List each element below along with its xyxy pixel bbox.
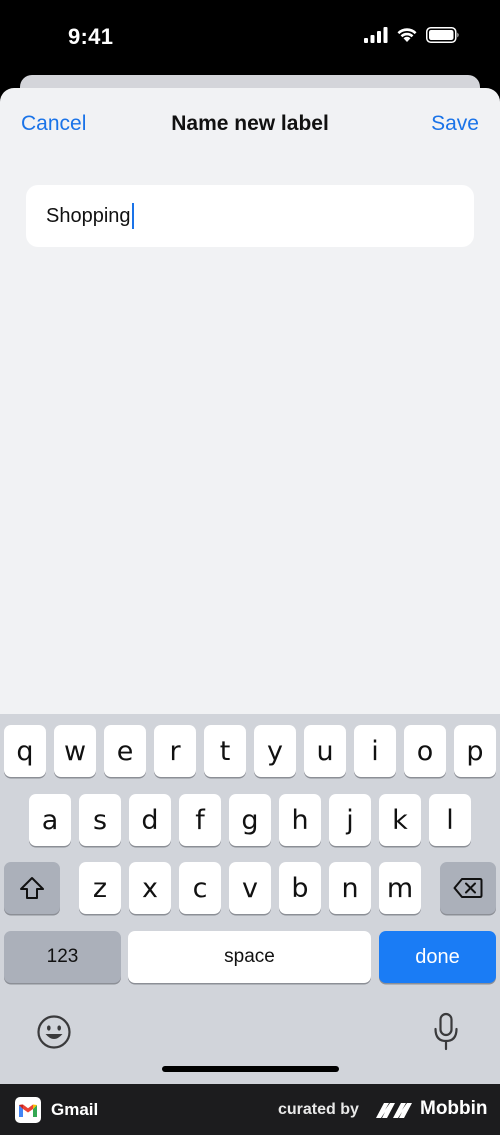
key-n[interactable]: n <box>329 862 371 914</box>
backspace-icon <box>453 878 483 898</box>
status-icons <box>364 27 460 43</box>
delete-key[interactable] <box>440 862 496 914</box>
key-c[interactable]: c <box>179 862 221 914</box>
microphone-icon[interactable] <box>432 1012 460 1052</box>
key-j[interactable]: j <box>329 794 371 846</box>
key-m[interactable]: m <box>379 862 421 914</box>
key-d[interactable]: d <box>129 794 171 846</box>
key-i[interactable]: i <box>354 725 396 777</box>
footer-curated-label: curated by <box>278 1101 359 1118</box>
footer-bar: Gmail curated by Mobbin <box>0 1084 500 1135</box>
numbers-key[interactable]: 123 <box>4 931 121 983</box>
mobbin-logo-icon <box>376 1103 412 1118</box>
key-r[interactable]: r <box>154 725 196 777</box>
gmail-m-icon <box>19 1104 37 1117</box>
key-w[interactable]: w <box>54 725 96 777</box>
label-name-value: Shopping <box>46 204 131 227</box>
gmail-logo <box>15 1097 41 1123</box>
shift-key[interactable] <box>4 862 60 914</box>
cellular-signal-icon <box>364 27 388 43</box>
done-key[interactable]: done <box>379 931 496 983</box>
footer-app-name: Gmail <box>51 1100 99 1119</box>
key-y[interactable]: y <box>254 725 296 777</box>
key-b[interactable]: b <box>279 862 321 914</box>
label-name-input[interactable]: Shopping <box>26 185 474 247</box>
key-z[interactable]: z <box>79 862 121 914</box>
key-o[interactable]: o <box>404 725 446 777</box>
emoji-icon[interactable] <box>36 1014 72 1050</box>
key-g[interactable]: g <box>229 794 271 846</box>
key-h[interactable]: h <box>279 794 321 846</box>
key-u[interactable]: u <box>304 725 346 777</box>
key-e[interactable]: e <box>104 725 146 777</box>
status-bar: 9:41 <box>0 0 500 75</box>
text-cursor <box>131 203 134 229</box>
key-a[interactable]: a <box>29 794 71 846</box>
footer-brand: Mobbin <box>420 1098 488 1119</box>
name-label-sheet: Name new label Cancel Save Shopping <box>0 88 500 714</box>
key-x[interactable]: x <box>129 862 171 914</box>
key-l[interactable]: l <box>429 794 471 846</box>
home-indicator <box>162 1066 339 1072</box>
shift-arrow-icon <box>20 877 44 899</box>
keyboard: q w e r t y u i o p a s d f g h j k l z … <box>0 714 500 1084</box>
key-p[interactable]: p <box>454 725 496 777</box>
status-time: 9:41 <box>68 24 114 49</box>
key-v[interactable]: v <box>229 862 271 914</box>
cancel-button[interactable]: Cancel <box>21 112 86 136</box>
key-f[interactable]: f <box>179 794 221 846</box>
key-t[interactable]: t <box>204 725 246 777</box>
space-key[interactable]: space <box>128 931 371 983</box>
battery-icon <box>426 27 459 43</box>
key-q[interactable]: q <box>4 725 46 777</box>
save-button[interactable]: Save <box>431 112 479 136</box>
wifi-icon <box>397 28 417 42</box>
key-s[interactable]: s <box>79 794 121 846</box>
key-k[interactable]: k <box>379 794 421 846</box>
